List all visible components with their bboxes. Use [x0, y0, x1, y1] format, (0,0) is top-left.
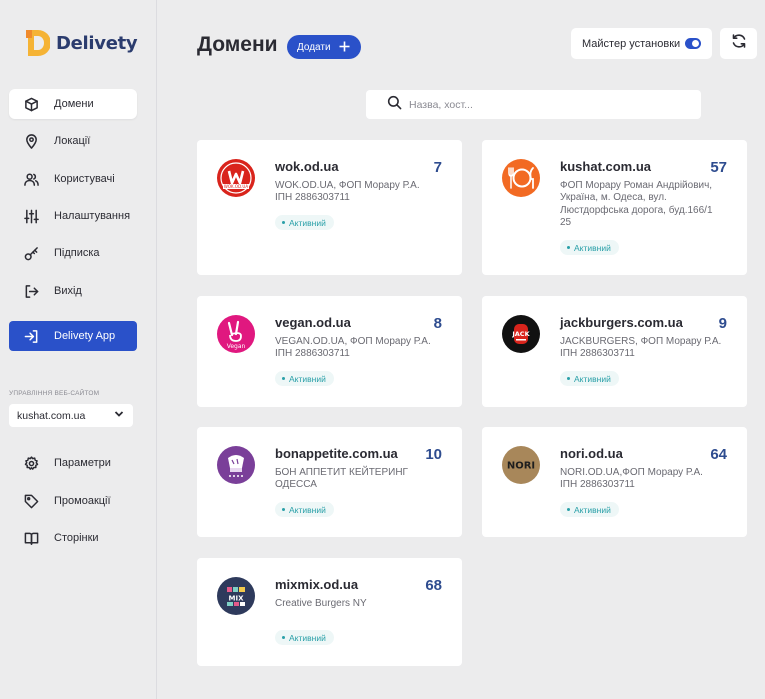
domain-name: kushat.com.ua: [560, 159, 652, 174]
sidebar-item-parameters[interactable]: Параметри: [9, 448, 137, 478]
domain-logo-text: JACK: [511, 330, 530, 338]
search-bar: [366, 90, 701, 119]
domain-logo: [217, 446, 255, 484]
sidebar-item-label: Налаштування: [54, 210, 131, 222]
domain-description: WOK.OD.UA, ФОП Морару Р.А. ІПН 288630371…: [275, 180, 420, 204]
refresh-icon: [731, 33, 747, 54]
sidebar-item-users[interactable]: Користувачі: [9, 164, 137, 194]
site-select-value: kushat.com.ua: [17, 409, 86, 422]
domain-card[interactable]: kushat.com.ua 57 ФОП Морару Роман Андрій…: [482, 140, 747, 275]
sidebar-item-settings[interactable]: Налаштування: [9, 201, 137, 231]
status-badge: Активний: [275, 630, 334, 645]
sidebar-item-logout[interactable]: Вихід: [9, 276, 137, 306]
app-name: Delivety: [56, 32, 138, 54]
domain-card[interactable]: bonappetite.com.ua 10 БОН АППЕТИТ КЕЙТЕР…: [197, 427, 462, 537]
domain-logo-text: MIX: [229, 595, 245, 603]
logout-icon: [23, 283, 39, 299]
domain-logo-text: Vegan: [227, 343, 246, 350]
domain-logo: Vegan: [217, 315, 255, 353]
domain-description: БОН АППЕТИТ КЕЙТЕРИНГ ОДЕССА: [275, 467, 408, 491]
domain-card[interactable]: NORI nori.od.ua 64 NORI.OD.UA,ФОП Морару…: [482, 427, 747, 537]
add-domain-button[interactable]: Додати: [287, 35, 361, 59]
sidebar-item-label: Домени: [54, 98, 94, 110]
map-pin-icon: [23, 133, 39, 149]
domain-logo-text: WOK.OD.UA: [224, 184, 248, 189]
domain-count: 64: [710, 446, 727, 463]
status-badge: Активний: [275, 371, 334, 386]
add-button-label: Додати: [297, 41, 331, 53]
plus-icon: [338, 40, 351, 53]
book-icon: [23, 530, 39, 546]
domain-name: vegan.od.ua: [275, 315, 351, 330]
sidebar-item-label: Промоакції: [54, 495, 111, 507]
domain-logo: NORI: [502, 446, 540, 484]
sidebar-item-domains[interactable]: Домени: [9, 89, 137, 119]
setup-wizard-toggle[interactable]: [685, 38, 701, 49]
domain-count: 57: [710, 159, 727, 176]
setup-wizard-label: Майстер установки: [582, 37, 681, 50]
search-input[interactable]: [409, 98, 669, 111]
site-select[interactable]: kushat.com.ua: [9, 404, 133, 427]
users-icon: [23, 171, 39, 187]
domain-count: 10: [425, 446, 442, 463]
status-badge: Активний: [560, 502, 619, 517]
sidebar-item-label: Локації: [54, 135, 91, 147]
domain-logo-text: NORI: [507, 461, 535, 472]
status-badge: Активний: [560, 371, 619, 386]
domain-logo: WOK.OD.UA: [217, 159, 255, 197]
chevron-down-icon: [114, 409, 124, 422]
status-badge: Активний: [275, 502, 334, 517]
domain-count: 68: [425, 577, 442, 594]
refresh-button[interactable]: [720, 28, 757, 59]
search-icon: [387, 95, 402, 115]
domain-logo: [502, 159, 540, 197]
key-icon: [23, 245, 39, 261]
domain-count: 7: [433, 159, 442, 176]
sidebar-item-subscription[interactable]: Підписка: [9, 238, 137, 268]
domain-count: 8: [433, 315, 442, 332]
domain-card[interactable]: WOK.OD.UA wok.od.ua 7 WOK.OD.UA, ФОП Мор…: [197, 140, 462, 275]
app-logo[interactable]: Delivety: [26, 28, 138, 58]
sidebar-item-label: Підписка: [54, 247, 100, 259]
sidebar-item-label: Користувачі: [54, 173, 115, 185]
page-title: Домени: [197, 33, 278, 56]
domain-card[interactable]: Vegan vegan.od.ua 8 VEGAN.OD.UA, ФОП Мор…: [197, 296, 462, 407]
delivety-logo-icon: [26, 28, 51, 58]
sidebar-item-label: Вихід: [54, 285, 82, 297]
domain-description: Creative Burgers NY: [275, 598, 367, 609]
setup-wizard-panel: Майстер установки: [571, 28, 712, 59]
cube-icon: [23, 96, 39, 112]
sidebar: Delivety Домени Локації Користувачі Нала…: [0, 0, 157, 699]
domain-description: VEGAN.OD.UA, ФОП Морару Р.А. ІПН 2886303…: [275, 336, 431, 360]
delivety-app-button[interactable]: Delivety App: [9, 321, 137, 351]
domain-count: 9: [718, 315, 727, 332]
domain-name: bonappetite.com.ua: [275, 446, 398, 461]
sidebar-item-promotions[interactable]: Промоакції: [9, 486, 137, 516]
delivety-app-label: Delivety App: [54, 330, 116, 342]
tag-icon: [23, 493, 39, 509]
domain-logo: JACK: [502, 315, 540, 353]
site-section-label: УПРАВЛІННЯ ВЕБ-САЙТОМ: [9, 390, 100, 397]
sidebar-item-label: Сторінки: [54, 532, 99, 544]
domain-logo: MIX: [217, 577, 255, 615]
login-icon: [23, 328, 39, 344]
domain-description: ФОП Морару Роман Андрійович, Україна, м.…: [560, 180, 713, 229]
status-badge: Активний: [275, 215, 334, 230]
sidebar-item-label: Параметри: [54, 457, 111, 469]
gear-icon: [23, 455, 39, 471]
sliders-icon: [23, 208, 39, 224]
domain-name: mixmix.od.ua: [275, 577, 359, 592]
domain-card[interactable]: MIX mixmix.od.ua 68 Creative Burgers NY …: [197, 558, 462, 666]
domain-description: NORI.OD.UA,ФОП Морару Р.А. ІПН 288630371…: [560, 467, 703, 491]
domain-name: wok.od.ua: [275, 159, 339, 174]
domain-card[interactable]: JACK jackburgers.com.ua 9 JACKBURGERS, Ф…: [482, 296, 747, 407]
sidebar-item-locations[interactable]: Локації: [9, 126, 137, 156]
domain-name: nori.od.ua: [560, 446, 623, 461]
status-badge: Активний: [560, 240, 619, 255]
sidebar-item-pages[interactable]: Сторінки: [9, 523, 137, 553]
domain-description: JACKBURGERS, ФОП Морару Р.А. ІПН 2886303…: [560, 336, 722, 360]
domain-name: jackburgers.com.ua: [560, 315, 683, 330]
